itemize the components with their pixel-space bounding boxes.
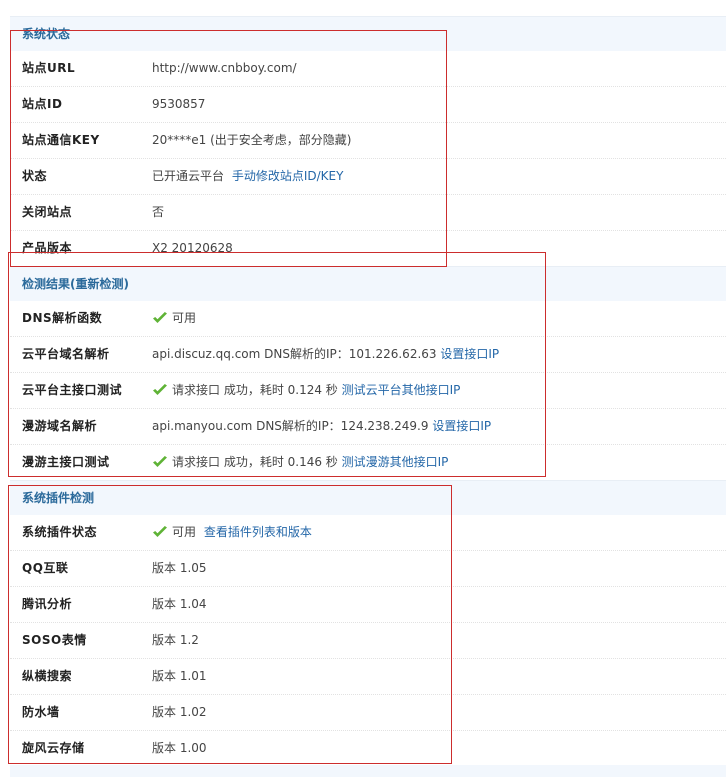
table-row: DNS解析函数 可用 [10,301,726,337]
plugin-check-header: 系统插件检测 [10,480,726,515]
plugin-status-text: 可用 [172,525,197,539]
table-row: 站点通信KEY 20****e1 (出于安全考虑，部分隐藏) [10,123,726,159]
table-row: 漫游域名解析 api.manyou.com DNS解析的IP：124.238.2… [10,409,726,445]
row-label: 旋风云存储 [22,741,85,755]
table-row: 云平台主接口测试 请求接口 成功，耗时 0.124 秒 测试云平台其他接口IP [10,373,726,409]
edit-site-id-key-link[interactable]: 手动修改站点ID/KEY [232,169,344,183]
site-id-value: 9530857 [152,97,206,111]
row-label: QQ互联 [22,561,69,575]
section-title: 检测结果 [22,277,71,291]
row-label: 产品版本 [22,241,73,255]
plugin-check-section: 系统插件检测 系统插件状态 可用 查看插件列表和版本 QQ互联 版本 1.05 … [10,480,726,766]
cloud-dns-text: api.discuz.qq.com DNS解析的IP：101.226.62.63 [152,347,437,361]
footer-band [10,765,726,777]
plugin-status-value: 可用 查看插件列表和版本 [152,515,312,550]
dns-function-value: 可用 [152,301,196,336]
table-row: 腾讯分析 版本 1.04 [10,587,726,623]
row-label: 漫游主接口测试 [22,455,110,469]
status-value: 已开通云平台 手动修改站点ID/KEY [152,159,343,194]
check-icon [153,525,167,537]
cloud-api-test-text: 请求接口 成功，耗时 0.124 秒 [172,383,338,397]
check-icon [153,311,167,323]
row-label: 腾讯分析 [22,597,73,611]
cloud-api-test-value: 请求接口 成功，耗时 0.124 秒 测试云平台其他接口IP [152,373,460,408]
table-row: 关闭站点 否 [10,195,726,231]
row-label: 云平台主接口测试 [22,383,123,397]
table-row: 站点URL http://www.cnbboy.com/ [10,51,726,87]
check-icon [153,455,167,467]
view-plugin-list-link[interactable]: 查看插件列表和版本 [204,525,312,539]
row-label: 站点ID [22,97,63,111]
set-interface-ip-link[interactable]: 设置接口IP [432,419,491,433]
plugin-version-value: 版本 1.00 [152,741,207,755]
set-interface-ip-link[interactable]: 设置接口IP [440,347,499,361]
plugin-version-value: 版本 1.02 [152,705,207,719]
plugin-version-value: 版本 1.05 [152,561,207,575]
row-label: 系统插件状态 [22,525,98,539]
table-row: SOSO表情 版本 1.2 [10,623,726,659]
recheck-link[interactable]: (重新检测) [70,277,129,291]
status-text: 已开通云平台 [152,169,225,183]
table-row: 漫游主接口测试 请求接口 成功，耗时 0.146 秒 测试漫游其他接口IP [10,445,726,480]
row-label: DNS解析函数 [22,311,103,325]
dns-function-text: 可用 [172,311,197,325]
plugin-version-value: 版本 1.01 [152,669,207,683]
check-results-section: 检测结果(重新检测) DNS解析函数 可用 云平台域名解析 api.discuz… [10,266,726,480]
table-row: 旋风云存储 版本 1.00 [10,731,726,766]
table-row: QQ互联 版本 1.05 [10,551,726,587]
table-row: 云平台域名解析 api.discuz.qq.com DNS解析的IP：101.2… [10,337,726,373]
system-status-section: 系统状态 站点URL http://www.cnbboy.com/ 站点ID 9… [10,16,726,266]
check-results-header: 检测结果(重新检测) [10,266,726,301]
row-label: 关闭站点 [22,205,73,219]
site-url-value: http://www.cnbboy.com/ [152,61,297,75]
product-version-value: X2 20120628 [152,241,233,255]
table-row: 系统插件状态 可用 查看插件列表和版本 [10,515,726,551]
manyou-api-test-text: 请求接口 成功，耗时 0.146 秒 [172,455,338,469]
row-label: 漫游域名解析 [22,419,98,433]
table-row: 纵横搜索 版本 1.01 [10,659,726,695]
check-icon [153,383,167,395]
row-label: 云平台域名解析 [22,347,110,361]
row-label: 防水墙 [22,705,60,719]
row-label: SOSO表情 [22,633,87,647]
plugin-version-value: 版本 1.2 [152,633,199,647]
manyou-dns-value: api.manyou.com DNS解析的IP：124.238.249.9 设置… [152,409,491,444]
row-label: 纵横搜索 [22,669,73,683]
test-cloud-other-ip-link[interactable]: 测试云平台其他接口IP [342,383,461,397]
table-row: 防水墙 版本 1.02 [10,695,726,731]
table-row: 站点ID 9530857 [10,87,726,123]
row-label: 站点URL [22,61,76,75]
site-key-value: 20****e1 (出于安全考虑，部分隐藏) [152,133,352,147]
manyou-api-test-value: 请求接口 成功，耗时 0.146 秒 测试漫游其他接口IP [152,445,448,480]
row-label: 站点通信KEY [22,133,100,147]
test-manyou-other-ip-link[interactable]: 测试漫游其他接口IP [342,455,449,469]
section-title: 系统插件检测 [22,491,95,505]
table-row: 产品版本 X2 20120628 [10,231,726,266]
manyou-dns-text: api.manyou.com DNS解析的IP：124.238.249.9 [152,419,429,433]
site-closed-value: 否 [152,205,165,219]
plugin-version-value: 版本 1.04 [152,597,207,611]
table-row: 状态 已开通云平台 手动修改站点ID/KEY [10,159,726,195]
section-title: 系统状态 [22,27,71,41]
cloud-dns-value: api.discuz.qq.com DNS解析的IP：101.226.62.63… [152,337,499,372]
row-label: 状态 [22,169,48,183]
system-status-header: 系统状态 [10,16,726,51]
